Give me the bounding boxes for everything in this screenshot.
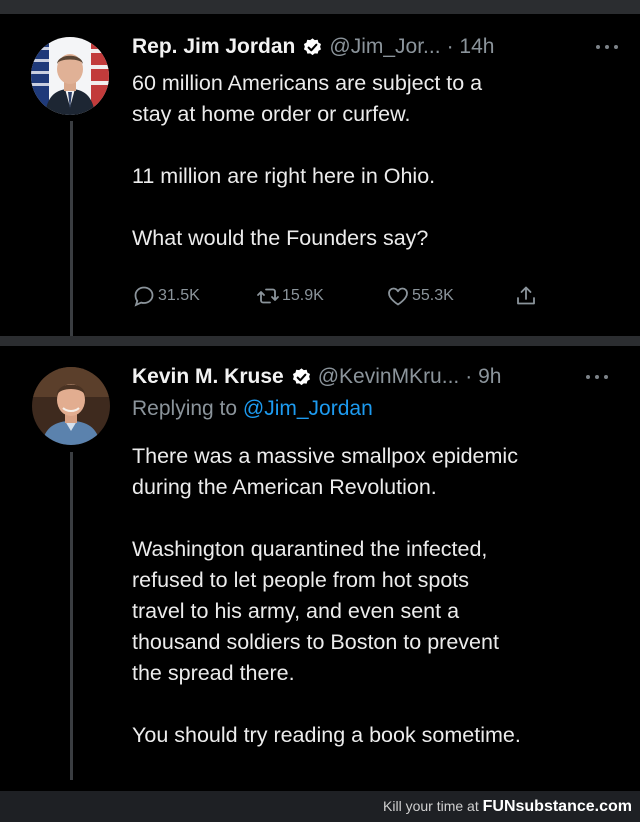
like-icon	[388, 287, 408, 306]
share-icon	[517, 286, 535, 305]
tweet-line: 11 million are right here in Ohio.	[132, 164, 436, 188]
tweet-time[interactable]: · 9h	[465, 365, 501, 389]
retweet-count: 15.9K	[282, 287, 324, 304]
top-strip	[0, 0, 640, 14]
reply-count: 31.5K	[158, 287, 200, 304]
tweet-line	[132, 192, 482, 223]
retweet-button[interactable]: 15.9K	[256, 281, 324, 311]
reply-button[interactable]: 31.5K	[132, 281, 200, 311]
tweet-line: travel to his army, and even sent a	[132, 599, 460, 623]
retweet-icon	[257, 288, 279, 304]
tweet-line: refused to let people from hot spots	[132, 568, 470, 592]
tweet-line	[132, 503, 521, 534]
tweet-header: Kevin M. Kruse @KevinMKru... · 9h	[132, 362, 501, 392]
verified-badge-icon	[292, 367, 310, 385]
tweet-line: the spread there.	[132, 661, 295, 685]
tweet-divider	[0, 336, 640, 346]
watermark-site: FUNsubstance.com	[482, 798, 632, 815]
watermark-bar: Kill your time at FUNsubstance.com	[0, 791, 640, 822]
tweet-line: thousand soldiers to Boston to prevent	[132, 630, 499, 654]
tweet-line: Washington quarantined the infected,	[132, 537, 488, 561]
tweet-line	[132, 689, 521, 720]
more-icon[interactable]	[586, 372, 616, 382]
avatar-jordan[interactable]	[31, 37, 109, 115]
tweet-text: 60 million Americans are subject to a st…	[132, 68, 482, 254]
tweet-line	[132, 130, 482, 161]
author-name[interactable]: Rep. Jim Jordan	[132, 35, 295, 59]
author-name[interactable]: Kevin M. Kruse	[132, 365, 284, 389]
replying-to-link[interactable]: @Jim_Jordan	[243, 397, 373, 420]
author-handle[interactable]: @Jim_Jor...	[329, 35, 440, 59]
more-icon[interactable]	[596, 42, 626, 52]
like-count: 55.3K	[412, 287, 454, 304]
watermark-prefix: Kill your time at	[383, 798, 479, 814]
tweet-header: Rep. Jim Jordan @Jim_Jor... · 14h	[132, 32, 494, 62]
replying-prefix: Replying to	[132, 397, 238, 420]
tweet-text: There was a massive smallpox epidemic du…	[132, 441, 521, 751]
share-button[interactable]	[514, 281, 540, 311]
tweet-time[interactable]: · 14h	[447, 35, 495, 59]
tweet-line: What would the Founders say?	[132, 226, 429, 250]
tweet-line: during the American Revolution.	[132, 475, 437, 499]
tweet-line: You should try reading a book sometime.	[132, 723, 521, 747]
thread-line-1	[70, 121, 73, 336]
avatar-kruse[interactable]	[32, 367, 110, 445]
tweet-line: 60 million Americans are subject to a	[132, 71, 483, 95]
watermark-text: Kill your time at FUNsubstance.com	[383, 798, 632, 816]
verified-badge-icon	[304, 37, 322, 55]
reply-icon	[134, 286, 154, 307]
thread-line-2	[70, 452, 73, 780]
tweet-actions: 31.5K 15.9K 55.3K	[132, 281, 552, 311]
tweet-line: stay at home order or curfew.	[132, 102, 411, 126]
tweet-line: There was a massive smallpox epidemic	[132, 444, 518, 468]
author-handle[interactable]: @KevinMKru...	[318, 365, 460, 389]
like-button[interactable]: 55.3K	[386, 281, 454, 311]
replying-to: Replying to @Jim_Jordan	[132, 397, 373, 421]
